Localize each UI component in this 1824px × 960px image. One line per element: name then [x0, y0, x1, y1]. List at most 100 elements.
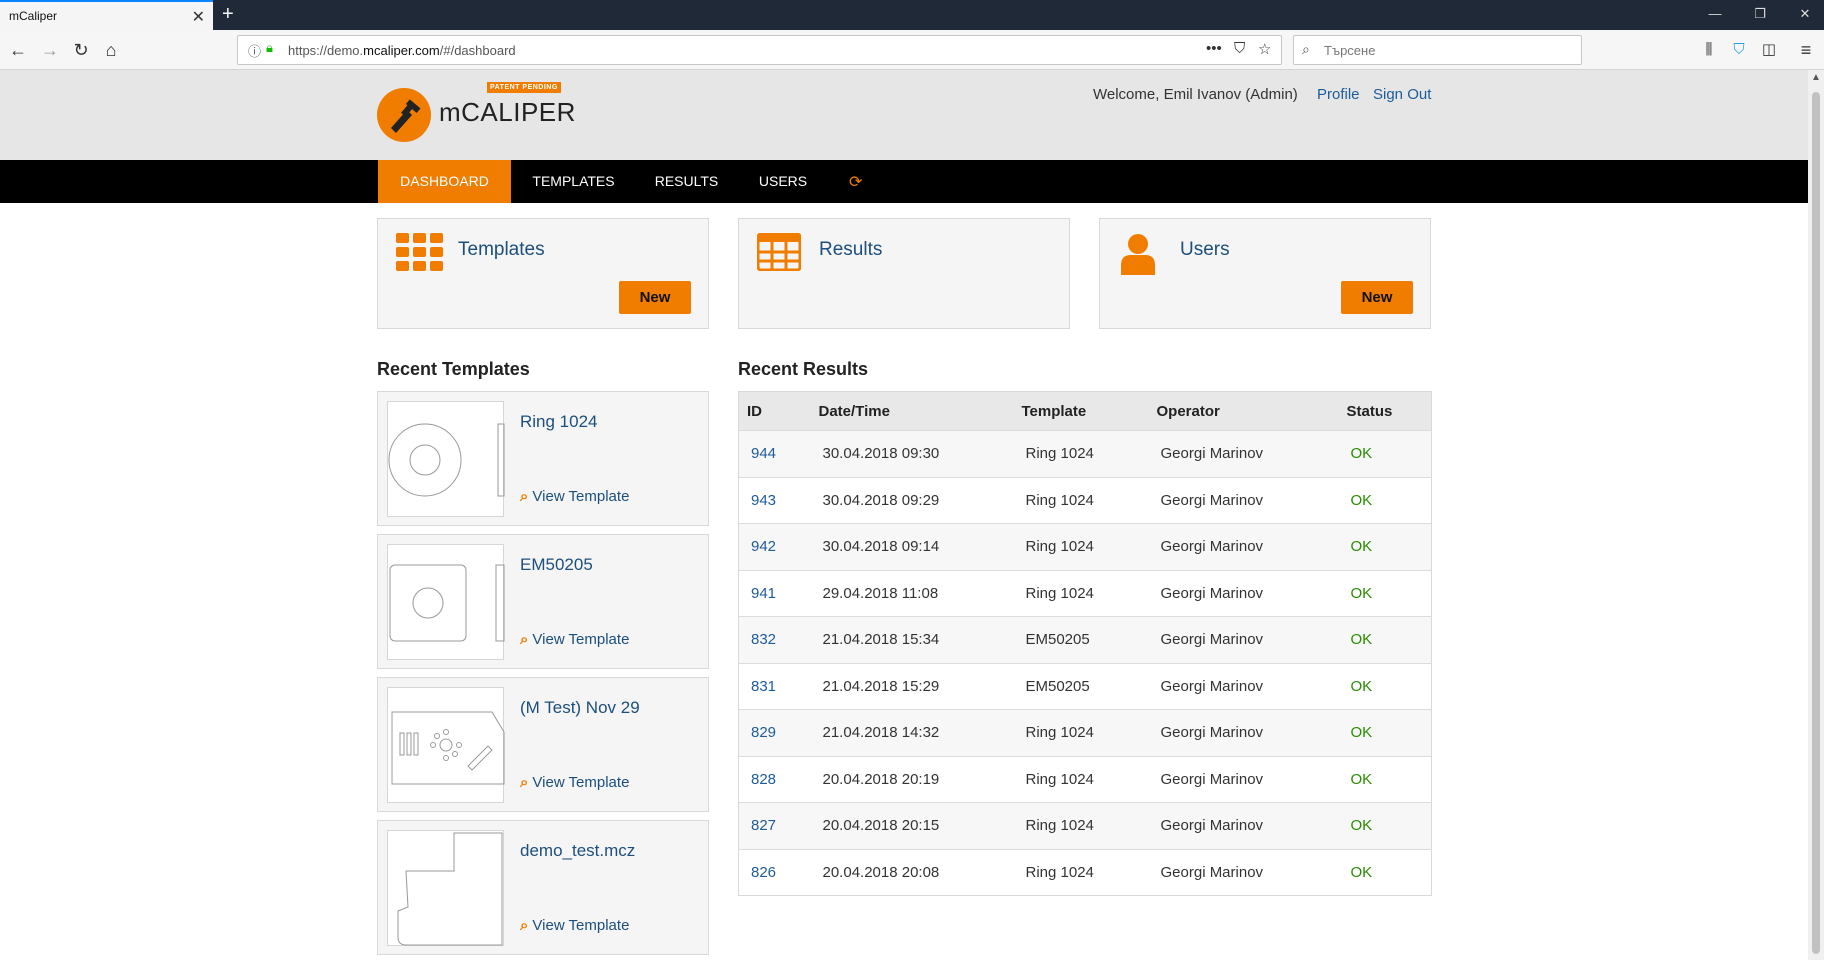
- template-name[interactable]: (M Test) Nov 29: [520, 698, 640, 718]
- result-id[interactable]: 941: [738, 569, 811, 617]
- result-status: OK: [1338, 523, 1432, 570]
- table-row[interactable]: 944 30.04.2018 09:30 Ring 1024 Georgi Marin…: [738, 430, 1432, 477]
- table-row[interactable]: 831 21.04.2018 15:29 EM50205 Georgi Marinov…: [738, 662, 1432, 710]
- search-icon: ⌕: [1302, 41, 1310, 57]
- close-window-icon[interactable]: ✕: [1795, 6, 1815, 22]
- table-row[interactable]: 829 21.04.2018 14:32 Ring 1024 Georgi Marin…: [738, 709, 1432, 756]
- menu-icon[interactable]: ≡: [1794, 38, 1818, 62]
- home-icon[interactable]: ⌂: [99, 38, 123, 62]
- page-scrollbar[interactable]: ▲: [1808, 70, 1824, 960]
- result-template: Ring 1024: [1013, 523, 1149, 570]
- column-header-operator[interactable]: Operator: [1148, 391, 1339, 431]
- table-row[interactable]: 826 20.04.2018 20:08 Ring 1024 Georgi Marin…: [738, 848, 1432, 896]
- column-header-id[interactable]: ID: [738, 391, 811, 431]
- logo-icon[interactable]: [377, 88, 431, 142]
- menu-templates[interactable]: TEMPLATES: [522, 160, 625, 203]
- bookmark-star-icon[interactable]: ☆: [1258, 40, 1271, 58]
- scroll-up-icon[interactable]: ▲: [1811, 72, 1821, 83]
- result-id[interactable]: 832: [738, 616, 811, 663]
- template-name[interactable]: EM50205: [520, 555, 593, 575]
- search-input[interactable]: ⌕ Търсене: [1293, 35, 1582, 65]
- view-template-link[interactable]: ⌕ View Template: [520, 488, 629, 505]
- result-template: EM50205: [1013, 662, 1149, 710]
- column-header-template[interactable]: Template: [1013, 391, 1149, 431]
- result-id[interactable]: 828: [738, 755, 811, 803]
- result-id[interactable]: 829: [738, 709, 811, 756]
- scrollbar-thumb[interactable]: [1812, 92, 1820, 954]
- magnifier-icon: ⌕: [520, 631, 529, 648]
- browser-tab[interactable]: mCaliper ✕: [0, 0, 213, 30]
- address-bar[interactable]: ⓘ 🔒︎ https://demo.mcaliper.com/#/dashboa…: [237, 35, 1282, 65]
- new-user-button[interactable]: New: [1341, 281, 1413, 314]
- view-template-link[interactable]: ⌕ View Template: [520, 774, 629, 791]
- back-icon[interactable]: ←: [6, 38, 30, 62]
- new-tab-icon[interactable]: +: [222, 3, 234, 26]
- result-datetime: 20.04.2018 20:19: [810, 755, 1014, 803]
- result-id[interactable]: 831: [738, 662, 811, 710]
- forward-icon[interactable]: →: [38, 38, 62, 62]
- result-datetime: 21.04.2018 14:32: [810, 709, 1014, 756]
- sign-out-link[interactable]: Sign Out: [1373, 86, 1431, 103]
- result-datetime: 30.04.2018 09:29: [810, 476, 1014, 524]
- site-header: mCALIPER PATENT PENDING Welcome, Emil Iv…: [0, 70, 1808, 160]
- column-header-datetime[interactable]: Date/Time: [810, 391, 1014, 431]
- table-row[interactable]: 943 30.04.2018 09:29 Ring 1024 Georgi Marin…: [738, 476, 1432, 524]
- minimize-icon[interactable]: —: [1705, 6, 1725, 21]
- sidebar-icon[interactable]: ◫: [1757, 38, 1781, 62]
- menu-dashboard[interactable]: DASHBOARD: [378, 160, 511, 203]
- result-id[interactable]: 827: [738, 802, 811, 849]
- view-template-link[interactable]: ⌕ View Template: [520, 917, 629, 934]
- templates-grid-icon: [396, 233, 443, 271]
- page-actions-icon[interactable]: •••: [1206, 40, 1222, 57]
- result-id[interactable]: 942: [738, 523, 811, 570]
- view-template-label: View Template: [532, 774, 630, 791]
- pocket-icon[interactable]: ⛉: [1234, 40, 1245, 57]
- result-template: Ring 1024: [1013, 430, 1149, 477]
- users-card-title[interactable]: Users: [1180, 239, 1230, 261]
- template-thumbnail[interactable]: [387, 401, 505, 517]
- extension-icon[interactable]: ⛉: [1727, 38, 1751, 62]
- close-tab-icon[interactable]: ✕: [192, 7, 205, 27]
- templates-card-title[interactable]: Templates: [458, 239, 545, 261]
- reload-icon[interactable]: ↻: [69, 38, 93, 62]
- result-status: OK: [1338, 569, 1432, 617]
- url-prefix: https://demo.: [288, 43, 364, 58]
- column-header-status[interactable]: Status: [1338, 391, 1432, 431]
- table-row[interactable]: 827 20.04.2018 20:15 Ring 1024 Georgi Marin…: [738, 802, 1432, 849]
- table-row[interactable]: 828 20.04.2018 20:19 Ring 1024 Georgi Marin…: [738, 755, 1432, 803]
- result-operator: Georgi Marinov: [1148, 523, 1339, 570]
- result-id[interactable]: 944: [738, 430, 811, 477]
- brand-name: mCALIPER: [439, 97, 576, 127]
- result-status: OK: [1338, 755, 1432, 803]
- new-template-button[interactable]: New: [619, 281, 691, 314]
- template-thumbnail[interactable]: [387, 544, 505, 660]
- template-thumbnail[interactable]: [387, 830, 504, 946]
- table-row[interactable]: 942 30.04.2018 09:14 Ring 1024 Georgi Marin…: [738, 523, 1432, 570]
- refresh-icon[interactable]: ⟳: [849, 172, 862, 192]
- result-status: OK: [1338, 662, 1432, 710]
- template-thumbnail[interactable]: [387, 687, 505, 803]
- menu-results[interactable]: RESULTS: [645, 160, 728, 203]
- result-status: OK: [1338, 476, 1432, 524]
- result-status: OK: [1338, 802, 1432, 849]
- info-icon[interactable]: ⓘ: [248, 41, 261, 60]
- result-datetime: 30.04.2018 09:14: [810, 523, 1014, 570]
- result-datetime: 20.04.2018 20:15: [810, 802, 1014, 849]
- profile-link[interactable]: Profile: [1317, 86, 1360, 103]
- library-icon[interactable]: ⫼: [1697, 38, 1721, 62]
- users-card: Users New: [1099, 218, 1431, 329]
- result-id[interactable]: 943: [738, 476, 811, 524]
- menu-users[interactable]: USERS: [748, 160, 818, 203]
- result-operator: Georgi Marinov: [1148, 430, 1339, 477]
- table-row[interactable]: 941 29.04.2018 11:08 Ring 1024 Georgi Marin…: [738, 569, 1432, 617]
- results-card-title[interactable]: Results: [819, 239, 882, 261]
- template-name[interactable]: demo_test.mcz: [520, 841, 635, 861]
- welcome-text: Welcome, Emil Ivanov (Admin): [1093, 86, 1298, 103]
- table-row[interactable]: 832 21.04.2018 15:34 EM50205 Georgi Marinov…: [738, 616, 1432, 663]
- result-id[interactable]: 826: [738, 848, 811, 896]
- result-operator: Georgi Marinov: [1148, 476, 1339, 524]
- view-template-link[interactable]: ⌕ View Template: [520, 631, 629, 648]
- result-operator: Georgi Marinov: [1148, 802, 1339, 849]
- template-name[interactable]: Ring 1024: [520, 412, 598, 432]
- restore-icon[interactable]: ❐: [1750, 6, 1770, 22]
